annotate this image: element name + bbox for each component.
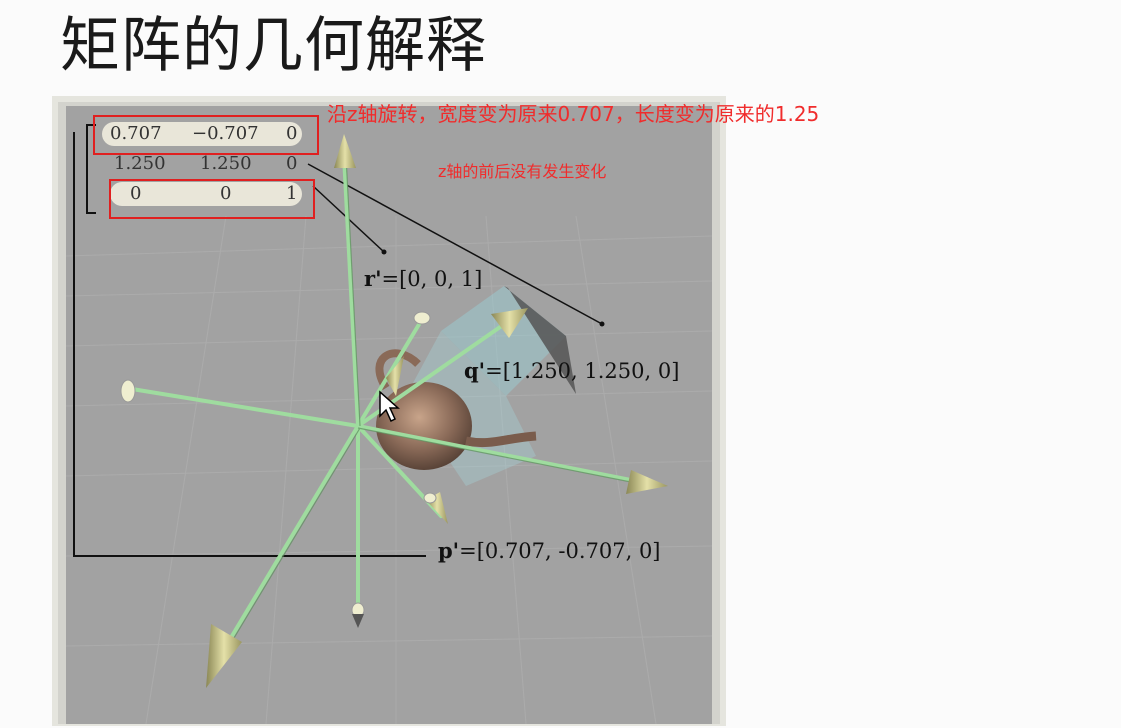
annotation-note-top: 沿z轴旋转，宽度变为原来0.707，长度变为原来的1.25 bbox=[327, 102, 820, 126]
arrow-head-x bbox=[626, 470, 668, 494]
arrow-head-z bbox=[334, 134, 356, 168]
annotation-note-z: z轴的前后没有发生变化 bbox=[438, 162, 607, 181]
page-title: 矩阵的几何解释 bbox=[60, 11, 487, 81]
vector-label-r: r'=[0, 0, 1] bbox=[364, 266, 483, 291]
matrix-row-2: 1.250 1.250 0 bbox=[114, 153, 298, 174]
annotation-box-row-3 bbox=[109, 179, 315, 219]
floor-grid bbox=[66, 215, 712, 724]
vector-label-p: p'=[0.707, -0.707, 0] bbox=[438, 538, 661, 563]
vector-label-q: q'=[1.250, 1.250, 0] bbox=[464, 358, 680, 383]
mouse-cursor-icon bbox=[379, 390, 400, 423]
annotation-box-row-1 bbox=[93, 115, 319, 155]
